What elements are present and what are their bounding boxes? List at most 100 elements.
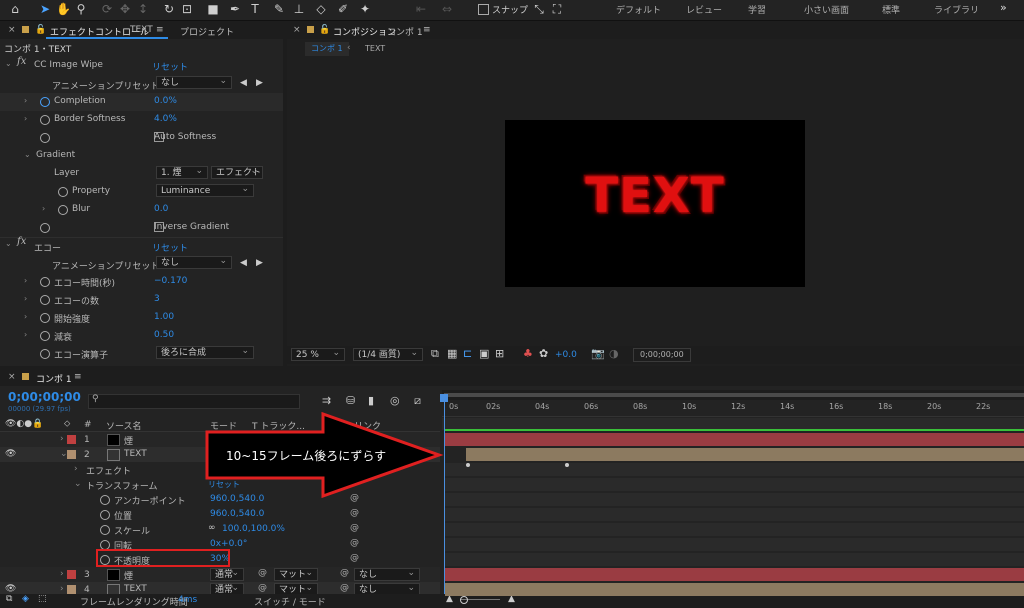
blend-mode-dropdown[interactable]: 通常 xyxy=(210,567,244,581)
stopwatch-icon[interactable] xyxy=(58,205,68,215)
expand-icon[interactable]: ⌄ xyxy=(5,59,12,68)
expand-icon[interactable]: › xyxy=(24,312,27,321)
stopwatch-icon[interactable] xyxy=(40,295,50,305)
fx-icon[interactable]: fx xyxy=(17,56,26,67)
echo-count-value[interactable]: 3 xyxy=(154,294,160,304)
reset-link[interactable]: リセット xyxy=(152,60,188,73)
expand-icon[interactable]: › xyxy=(74,464,78,474)
snap-target-icon[interactable]: ⛶ xyxy=(550,2,564,16)
expand-icon[interactable]: › xyxy=(60,434,64,444)
channel-icon[interactable]: ♣ xyxy=(523,347,533,360)
next-preset-icon[interactable]: ▶ xyxy=(256,258,263,268)
comp-viewer[interactable]: TEXT xyxy=(505,120,805,287)
color-management-icon[interactable]: ✿ xyxy=(539,347,548,360)
stamp-tool-icon[interactable]: ⊥ xyxy=(292,2,306,16)
transparency-grid-icon[interactable]: ▦ xyxy=(447,347,457,360)
prev-preset-icon[interactable]: ◀ xyxy=(240,258,247,268)
expand-icon[interactable]: › xyxy=(60,584,64,594)
stopwatch-icon[interactable] xyxy=(40,331,50,341)
pickwhip-icon[interactable]: @ xyxy=(350,538,359,548)
stopwatch-icon[interactable] xyxy=(100,495,110,505)
panel-menu-icon[interactable]: ≡ xyxy=(156,25,164,35)
puppet-tool-icon[interactable]: ✦ xyxy=(358,2,372,16)
layer-source-dropdown[interactable]: エフェクト xyxy=(211,165,263,179)
pickwhip-icon[interactable]: @ xyxy=(340,568,349,578)
preserve-transparency-icon[interactable]: @ xyxy=(258,568,267,578)
panel-menu-icon[interactable]: ≡ xyxy=(74,372,82,382)
stopwatch-icon[interactable] xyxy=(40,277,50,287)
work-area-range[interactable] xyxy=(444,393,1024,397)
layer-search-input[interactable]: ⚲ xyxy=(88,394,300,409)
parent-dropdown[interactable]: なし xyxy=(354,567,420,581)
timeline-toggle-icon[interactable]: ◈ xyxy=(22,594,29,604)
expand-icon[interactable]: › xyxy=(24,276,27,285)
rotation-value[interactable]: 0x+0.0° xyxy=(210,539,247,549)
align-left-icon[interactable]: ⇤ xyxy=(414,2,428,16)
label-color[interactable] xyxy=(67,435,76,444)
switch-mode-toggle[interactable]: スイッチ / モード xyxy=(254,595,326,608)
preset-dropdown[interactable]: なし xyxy=(156,255,232,269)
keyframe-marker[interactable] xyxy=(565,463,569,467)
lock-icon[interactable]: 🔓 xyxy=(35,25,46,35)
tab-project[interactable]: プロジェクト xyxy=(180,25,234,38)
snap-checkbox[interactable] xyxy=(478,4,489,15)
motion-blur-icon[interactable]: ◎ xyxy=(390,394,400,407)
echo-operator-dropdown[interactable]: 後ろに合成 xyxy=(156,345,254,359)
zoom-slider-handle[interactable] xyxy=(460,596,468,604)
echo-time-value[interactable]: −0.170 xyxy=(154,276,187,286)
completion-value[interactable]: 0.0% xyxy=(154,96,177,106)
effect-cc-image-wipe[interactable]: ⌄ fx CC Image Wipe リセット xyxy=(0,56,283,75)
constrain-link-icon[interactable]: ∞ xyxy=(208,523,216,533)
position-value[interactable]: 960.0,540.0 xyxy=(210,509,264,519)
visibility-eye-icon[interactable]: 👁 xyxy=(5,449,16,459)
close-icon[interactable]: × xyxy=(293,25,301,35)
brush-tool-icon[interactable]: ✎ xyxy=(272,2,286,16)
close-icon[interactable]: × xyxy=(8,372,16,382)
label-color[interactable] xyxy=(67,450,76,459)
pickwhip-icon[interactable]: @ xyxy=(350,523,359,533)
current-time-display[interactable]: 0;00;00;00 xyxy=(633,348,691,362)
workspace-small-screen[interactable]: 小さい画面 xyxy=(804,3,849,16)
preset-dropdown[interactable]: なし xyxy=(156,75,232,89)
expand-icon[interactable]: › xyxy=(60,569,64,579)
guides-icon[interactable]: ⊞ xyxy=(495,347,504,360)
lock-icon[interactable]: 🔓 xyxy=(319,25,330,35)
pen-tool-icon[interactable]: ✒ xyxy=(228,2,242,16)
fx-icon[interactable]: fx xyxy=(17,236,26,247)
stopwatch-icon[interactable] xyxy=(100,525,110,535)
tab-timeline-comp[interactable]: コンポ 1 xyxy=(36,372,72,385)
label-color[interactable] xyxy=(67,585,76,594)
workspace-libraries[interactable]: ライブラリ xyxy=(934,3,979,16)
expand-icon[interactable]: › xyxy=(24,330,27,339)
layer-4-bar[interactable] xyxy=(445,583,1024,596)
stopwatch-icon[interactable] xyxy=(100,510,110,520)
blur-value[interactable]: 0.0 xyxy=(154,204,168,214)
mask-toggle-icon[interactable]: ⊏ xyxy=(463,347,472,360)
stopwatch-icon[interactable] xyxy=(40,313,50,323)
gradient-group[interactable]: ⌄ Gradient xyxy=(0,147,283,165)
workspace-learn[interactable]: 学習 xyxy=(748,3,766,16)
resolution-dropdown[interactable]: (1/4 画質) xyxy=(353,347,423,361)
collapse-icon[interactable]: ⌄ xyxy=(74,479,82,489)
close-icon[interactable]: × xyxy=(8,25,16,35)
layer-3-bar[interactable] xyxy=(445,568,1024,581)
rotate-tool-icon[interactable]: ↻ xyxy=(162,2,176,16)
track-matte-dropdown[interactable]: マット xyxy=(274,567,318,581)
stopwatch-icon[interactable] xyxy=(40,97,50,107)
anchor-tool-icon[interactable]: ⊡ xyxy=(180,2,194,16)
frame-blend-icon[interactable]: ⬚ xyxy=(38,594,47,604)
text-tool-icon[interactable]: T xyxy=(248,2,262,16)
pickwhip-icon[interactable]: @ xyxy=(350,553,359,563)
collapse-icon[interactable]: ⌄ xyxy=(24,150,31,159)
draft-3d-icon[interactable]: ⛁ xyxy=(346,394,355,407)
expand-icon[interactable]: ⌄ xyxy=(5,239,12,248)
camera-icon[interactable]: 📷 xyxy=(591,347,605,360)
workspace-review[interactable]: レビュー xyxy=(686,3,722,16)
next-preset-icon[interactable]: ▶ xyxy=(256,78,263,88)
orbit-tool-icon[interactable]: ⟳ xyxy=(100,2,114,16)
render-toggle-icon[interactable]: ⧉ xyxy=(6,594,12,604)
hand-tool-icon[interactable]: ✋ xyxy=(56,2,71,16)
show-snapshot-icon[interactable]: ◑ xyxy=(609,347,619,360)
property-dropdown[interactable]: Luminance xyxy=(156,183,254,197)
panel-menu-icon[interactable]: ≡ xyxy=(423,25,431,35)
